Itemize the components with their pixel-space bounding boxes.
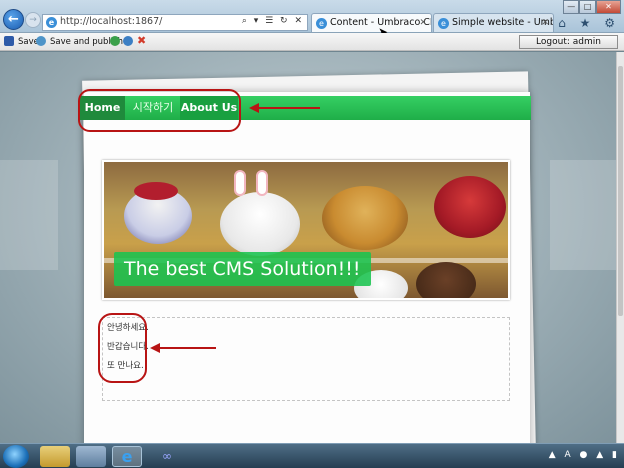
- cancel-icon[interactable]: ✖: [137, 34, 146, 47]
- annotation-box-content: [98, 313, 147, 383]
- app-taskbar-icon[interactable]: [76, 446, 106, 467]
- background-band: [550, 160, 616, 270]
- globe-icon[interactable]: [123, 36, 133, 46]
- bunny-ear: [234, 170, 246, 196]
- logout-button[interactable]: Logout: admin: [519, 35, 618, 49]
- site-page: Home 시작하기 About Us The best CMS Solution…: [80, 92, 531, 443]
- ie-page-icon: e: [46, 17, 57, 28]
- close-window-button[interactable]: ✕: [595, 0, 621, 14]
- annotation-arrow: [256, 107, 320, 109]
- berry-cake-image: [434, 176, 506, 238]
- home-favorites-tools-icons[interactable]: ⌂ ★ ⚙: [558, 16, 620, 30]
- cheesecake-image: [322, 186, 408, 250]
- tab-content-umbraco[interactable]: e Content - Umbraco CMS -... ✕: [311, 13, 432, 32]
- background-band: [0, 160, 58, 270]
- address-bar-icons[interactable]: ⌕ ▾ ☰ ↻ ✕: [242, 16, 304, 26]
- ie-tab-icon: e: [438, 18, 449, 29]
- scroll-thumb[interactable]: [618, 66, 623, 316]
- banner-caption: The best CMS Solution!!!: [114, 252, 371, 286]
- cake-image: [134, 182, 178, 200]
- vertical-scrollbar[interactable]: [616, 52, 624, 443]
- window-controls: — □ ✕: [563, 0, 621, 14]
- forward-button[interactable]: →: [25, 12, 41, 28]
- annotation-arrow: [158, 347, 216, 349]
- annotation-arrowhead: [249, 103, 259, 113]
- save-button[interactable]: Save: [4, 36, 39, 47]
- publish-icon: [36, 36, 46, 46]
- tab-simple-website[interactable]: e Simple website - Umbraco... ✕: [433, 13, 554, 32]
- address-bar[interactable]: e http://localhost:1867/ ⌕ ▾ ☰ ↻ ✕: [42, 14, 308, 31]
- url-text: http://localhost:1867/: [60, 16, 163, 27]
- taskbar: e ∞ ▲ A ● ▲ ▮: [0, 443, 624, 468]
- annotation-arrowhead: [150, 343, 160, 353]
- back-button[interactable]: ←: [3, 9, 24, 30]
- save-icon: [4, 36, 14, 46]
- content-area[interactable]: 안녕하세요. 반갑습니다. 또 만나요.: [102, 317, 510, 401]
- bunny-cake-image: [220, 192, 300, 256]
- browser-titlebar: ← → e http://localhost:1867/ ⌕ ▾ ☰ ↻ ✕ e…: [0, 0, 624, 39]
- system-tray-icons[interactable]: ▲ A ● ▲ ▮: [549, 450, 620, 460]
- ie-taskbar-icon[interactable]: e: [112, 446, 142, 467]
- start-button[interactable]: [3, 445, 29, 468]
- bunny-ear: [256, 170, 268, 196]
- preview-icon[interactable]: [110, 36, 120, 46]
- visual-studio-taskbar-icon[interactable]: ∞: [152, 446, 182, 467]
- minimize-button[interactable]: —: [563, 0, 580, 14]
- tab-title: Simple website - Umbraco...: [452, 17, 553, 28]
- close-tab-icon[interactable]: ✕: [541, 14, 549, 32]
- umbraco-edit-toolbar: Save Save and publish ✖ Logout: admin: [0, 33, 624, 51]
- bear-cake-image: [416, 262, 476, 298]
- banner-image: The best CMS Solution!!!: [102, 160, 510, 300]
- maximize-button[interactable]: □: [579, 0, 596, 14]
- explorer-taskbar-icon[interactable]: [40, 446, 70, 467]
- close-tab-icon[interactable]: ✕: [419, 14, 427, 32]
- ie-tab-icon: e: [316, 18, 327, 29]
- annotation-box-nav: [78, 89, 241, 132]
